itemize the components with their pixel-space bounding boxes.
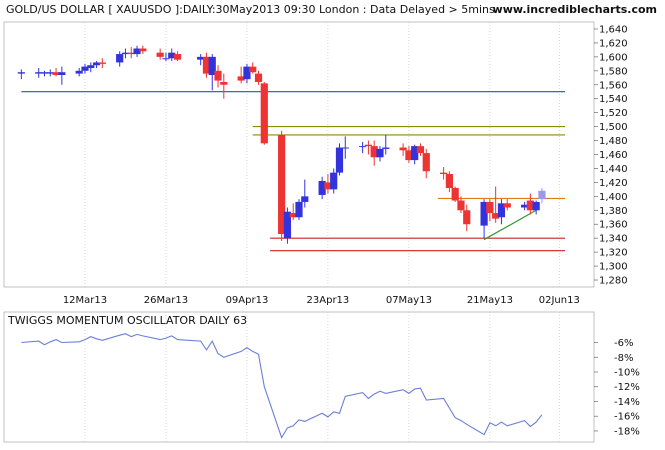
candle-body [116,54,124,63]
candle-body [376,148,384,158]
x-tick-label: 09Apr13 [226,295,269,306]
y-tick-label: 1,560 [599,80,628,91]
candle-body [359,146,367,148]
candle-body [87,65,95,69]
y-tick-label: 1,340 [599,234,628,245]
x-tick-label: 21May13 [467,295,513,306]
candle-body [341,147,349,149]
candle-body [173,54,182,60]
osc-y-tick-label: -18% [614,426,640,437]
candle-body [260,83,268,144]
y-tick-label: 1,280 [599,276,628,287]
candle-body [156,52,164,57]
y-tick-label: 1,460 [599,150,628,161]
y-tick-label: 1,360 [599,220,628,231]
osc-y-tick-label: -10% [614,368,640,379]
candle-body [98,62,106,64]
candle-body [399,147,407,151]
x-tick-label: 02Jun13 [539,295,580,306]
x-tick-label: 23Apr13 [307,295,350,306]
candle-body [486,201,494,214]
candle-body [301,196,309,202]
candle-body [214,70,222,81]
x-tick-label: 26Mar13 [144,295,188,306]
candle-body [422,153,430,172]
candle-body [463,210,471,225]
candle-body [58,72,66,75]
osc-y-tick-label: -14% [614,397,640,408]
x-tick-label: 07May13 [386,295,432,306]
candle-body [75,70,83,74]
y-tick-label: 1,400 [599,192,628,203]
y-tick-label: 1,580 [599,66,628,77]
candle-body [335,147,344,173]
price-panel-frame [3,21,595,288]
candle-body [445,174,453,188]
osc-y-tick-label: -16% [614,412,640,423]
osc-y-tick-label: -12% [614,382,640,393]
candle-body [382,147,390,149]
candle-body [457,200,465,211]
candle-body [254,73,263,82]
price-chart: 12Mar13 26Mar13 09Apr13 23Apr13 07May13 21May… [3,21,640,443]
y-tick-label: 1,600 [599,52,628,63]
trendline [483,209,537,241]
candle-body [538,190,546,200]
candle-body [532,201,540,211]
osc-y-tick-label: -6% [614,338,633,349]
y-tick-label: 1,540 [599,94,628,105]
y-tick-label: 1,380 [599,206,628,217]
osc-y-tick-label: -8% [614,353,633,364]
y-tick-label: 1,300 [599,262,628,273]
y-tick-label: 1,520 [599,108,628,119]
y-tick-label: 1,440 [599,164,628,175]
candle-body [249,66,257,73]
oscillator-panel-frame [3,311,595,443]
y-tick-label: 1,320 [599,248,628,259]
candle-body [364,144,373,147]
candle-body [503,203,511,208]
candle-body [17,72,25,74]
y-tick-label: 1,480 [599,136,628,147]
x-tick-label: 12Mar13 [63,295,107,306]
candle-body [220,81,228,85]
y-tick-label: 1,640 [599,24,628,35]
y-tick-label: 1,620 [599,38,628,49]
candle-body [139,48,147,52]
y-tick-label: 1,500 [599,122,628,133]
candle-body [162,58,170,60]
y-tick-label: 1,420 [599,178,628,189]
candle-body [295,201,303,218]
candle-body [416,146,425,154]
chart-window: GOLD/US DOLLAR [ XAUUSDO ]:DAILY:30May20… [0,0,665,450]
candle-body [451,187,459,201]
candle-body [330,172,338,190]
oscillator-line [21,333,543,439]
candle-body [440,172,448,175]
